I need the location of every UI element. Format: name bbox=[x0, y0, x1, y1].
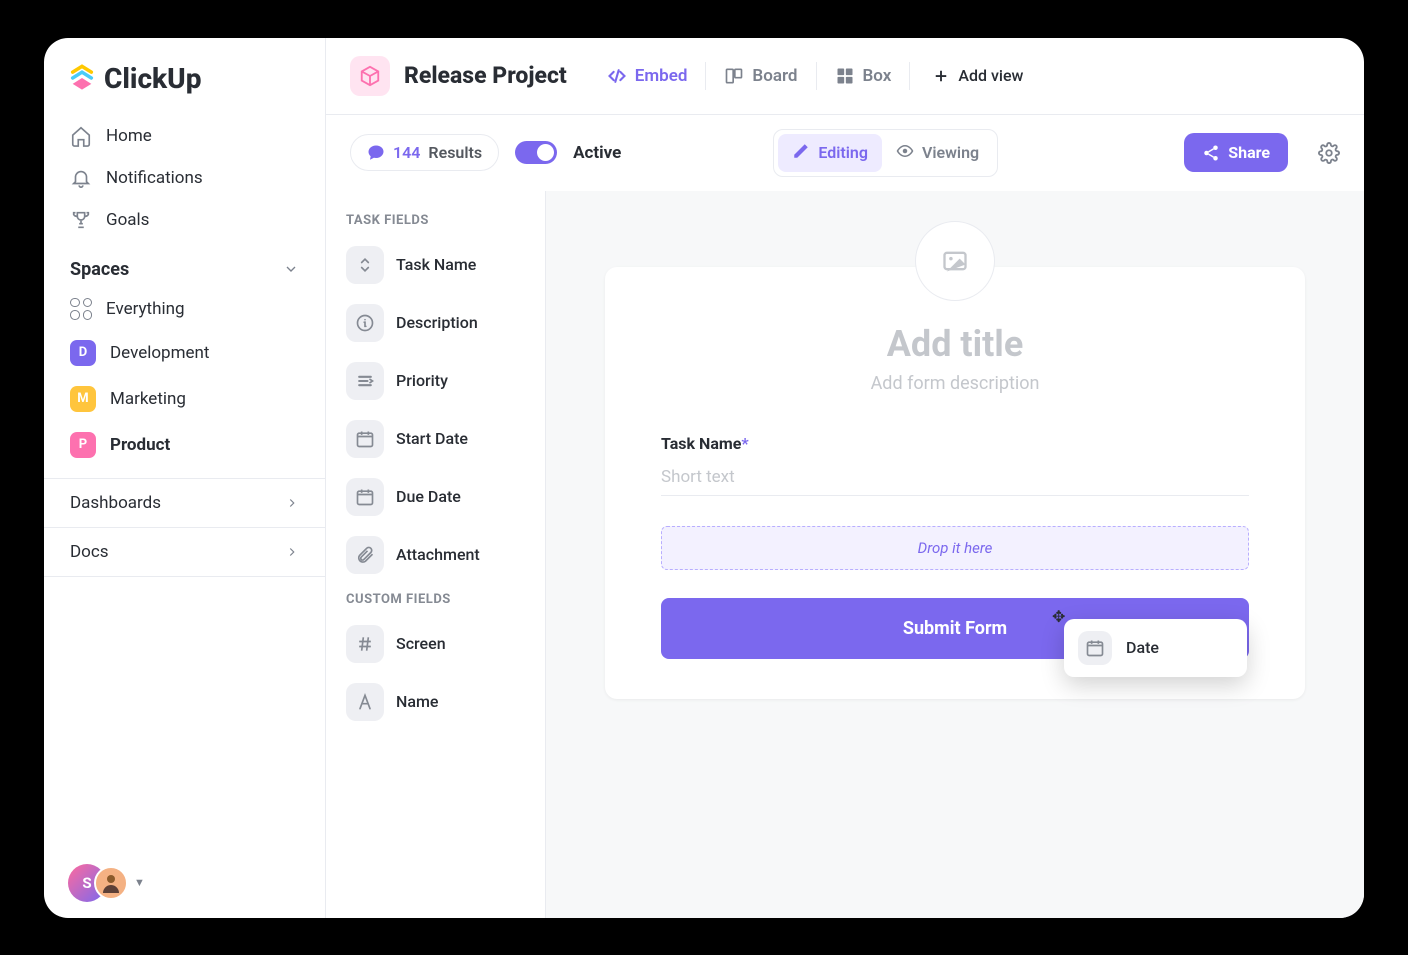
box-icon bbox=[835, 66, 855, 86]
main-nav: HomeNotificationsGoals bbox=[44, 115, 325, 241]
space-badge: D bbox=[70, 340, 96, 366]
brand-name: ClickUp bbox=[104, 62, 201, 95]
task-name-label: Task Name* bbox=[661, 434, 1249, 453]
trophy-icon bbox=[70, 209, 92, 231]
sidebar-section-dashboards[interactable]: Dashboards bbox=[44, 478, 325, 527]
active-toggle-label: Active bbox=[573, 143, 621, 163]
sidebar-section-docs[interactable]: Docs bbox=[44, 527, 325, 577]
calendar-icon bbox=[346, 478, 384, 516]
everything-icon bbox=[70, 298, 92, 320]
results-pill[interactable]: 144 Results bbox=[350, 134, 499, 171]
mode-editing[interactable]: Editing bbox=[778, 134, 882, 172]
edit-mode-group: EditingViewing bbox=[773, 129, 998, 177]
hash-icon bbox=[346, 625, 384, 663]
form-description-input[interactable]: Add form description bbox=[661, 373, 1249, 394]
space-badge: P bbox=[70, 432, 96, 458]
tab-embed[interactable]: Embed bbox=[593, 60, 702, 92]
field-task-name[interactable]: Task Name bbox=[334, 236, 537, 294]
board-icon bbox=[724, 66, 744, 86]
form-logo-placeholder[interactable] bbox=[915, 221, 995, 301]
chevron-right-icon bbox=[285, 496, 299, 510]
mode-viewing[interactable]: Viewing bbox=[882, 134, 993, 172]
sidebar-item-everything[interactable]: Everything bbox=[44, 288, 325, 330]
main-content: Release Project EmbedBoard Box Add view 1… bbox=[326, 38, 1364, 918]
tab-box[interactable]: Box bbox=[821, 60, 906, 92]
caret-down-icon: ▼ bbox=[134, 876, 145, 889]
eye-icon bbox=[896, 142, 914, 164]
add-view-button[interactable]: Add view bbox=[932, 66, 1023, 85]
form-title-input[interactable]: Add title bbox=[661, 323, 1249, 365]
nav-notifications[interactable]: Notifications bbox=[56, 157, 313, 199]
field-priority[interactable]: Priority bbox=[334, 352, 537, 410]
toolbar: 144 Results Active EditingViewing Share bbox=[326, 115, 1364, 191]
image-icon bbox=[941, 247, 969, 275]
calendar-icon bbox=[1078, 631, 1112, 665]
field-attachment[interactable]: Attachment bbox=[334, 526, 537, 584]
app-window: ClickUp HomeNotificationsGoals Spaces Ev… bbox=[44, 38, 1364, 918]
plus-icon bbox=[932, 67, 950, 85]
nav-home[interactable]: Home bbox=[56, 115, 313, 157]
info-icon bbox=[346, 304, 384, 342]
sidebar-item-development[interactable]: DDevelopment bbox=[44, 330, 325, 376]
field-name[interactable]: Name bbox=[334, 673, 537, 731]
sidebar-item-marketing[interactable]: MMarketing bbox=[44, 376, 325, 422]
move-cursor-icon: ✥ bbox=[1052, 607, 1065, 626]
clickup-logo-icon bbox=[68, 64, 96, 92]
form-canvas: Add title Add form description Task Name… bbox=[546, 191, 1364, 918]
project-title: Release Project bbox=[404, 62, 567, 89]
user-avatar-group[interactable]: S ▼ bbox=[44, 864, 325, 902]
fields-group-header: TASK FIELDS bbox=[334, 205, 537, 236]
share-icon bbox=[1202, 144, 1220, 162]
field-start-date[interactable]: Start Date bbox=[334, 410, 537, 468]
drop-zone[interactable]: Drop it here bbox=[661, 526, 1249, 570]
share-button[interactable]: Share bbox=[1184, 133, 1288, 172]
fields-panel: TASK FIELDSTask NameDescriptionPriorityS… bbox=[326, 191, 546, 918]
nav-goals[interactable]: Goals bbox=[56, 199, 313, 241]
view-tabs-bar: Release Project EmbedBoard Box Add view bbox=[326, 38, 1364, 115]
bell-icon bbox=[70, 167, 92, 189]
letter-icon bbox=[346, 683, 384, 721]
updown-icon bbox=[346, 246, 384, 284]
dragging-field-chip[interactable]: Date bbox=[1064, 619, 1247, 677]
fields-group-header: CUSTOM FIELDS bbox=[334, 584, 537, 615]
priority-icon bbox=[346, 362, 384, 400]
cube-icon bbox=[359, 65, 381, 87]
field-screen[interactable]: Screen bbox=[334, 615, 537, 673]
embed-icon bbox=[607, 66, 627, 86]
comment-icon bbox=[367, 144, 385, 162]
space-badge: M bbox=[70, 386, 96, 412]
brand-logo[interactable]: ClickUp bbox=[44, 62, 325, 115]
workspace: TASK FIELDSTask NameDescriptionPriorityS… bbox=[326, 191, 1364, 918]
task-name-input[interactable]: Short text bbox=[661, 459, 1249, 496]
settings-icon[interactable] bbox=[1318, 142, 1340, 164]
spaces-header[interactable]: Spaces bbox=[44, 241, 325, 288]
pencil-icon bbox=[792, 142, 810, 164]
chevron-right-icon bbox=[285, 545, 299, 559]
active-toggle[interactable] bbox=[515, 141, 557, 164]
clip-icon bbox=[346, 536, 384, 574]
sidebar-item-product[interactable]: PProduct bbox=[44, 422, 325, 468]
avatar bbox=[94, 866, 128, 900]
tab-board[interactable]: Board bbox=[710, 60, 811, 92]
home-icon bbox=[70, 125, 92, 147]
project-icon[interactable] bbox=[350, 56, 390, 96]
calendar-icon bbox=[346, 420, 384, 458]
chevron-down-icon bbox=[283, 261, 299, 277]
field-due-date[interactable]: Due Date bbox=[334, 468, 537, 526]
field-description[interactable]: Description bbox=[334, 294, 537, 352]
sidebar: ClickUp HomeNotificationsGoals Spaces Ev… bbox=[44, 38, 326, 918]
